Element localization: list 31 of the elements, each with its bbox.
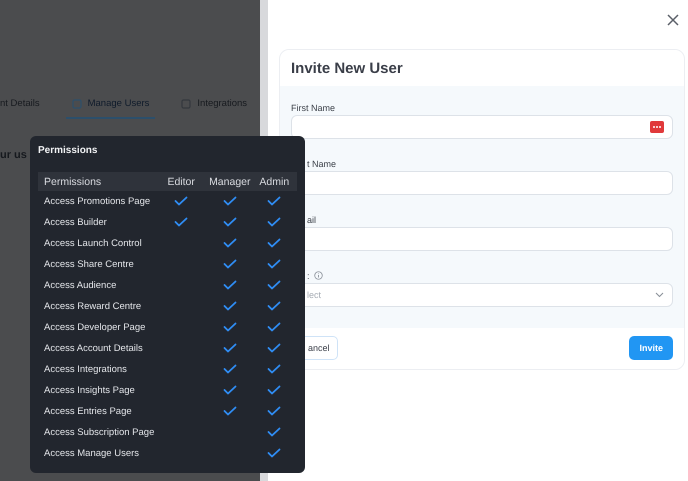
invite-button[interactable]: Invite bbox=[629, 336, 673, 360]
tab[interactable]: Manage Users bbox=[66, 90, 156, 119]
permission-name: Access Builder bbox=[43, 216, 108, 230]
permission-name: Access Reward Centre bbox=[43, 300, 142, 314]
permission-name: Access Audience bbox=[43, 279, 118, 293]
field-label: ail bbox=[307, 214, 316, 224]
column-header: Editor bbox=[154, 172, 208, 191]
password-manager-icon[interactable] bbox=[650, 121, 664, 133]
permission-name: Access Account Details bbox=[43, 342, 144, 356]
field-label: t Name bbox=[307, 158, 336, 168]
close-icon[interactable] bbox=[667, 14, 679, 26]
permission-name: Access Promotions Page bbox=[38, 191, 154, 212]
tooltip-title: Permissions bbox=[38, 145, 98, 158]
permission-name: Access Insights Page bbox=[43, 384, 136, 398]
field-label: First Name bbox=[291, 102, 336, 112]
column-header: Admin bbox=[252, 172, 297, 191]
permission-name: Access Subscription Page bbox=[43, 426, 154, 440]
chevron-icon bbox=[655, 292, 664, 298]
permission-name: Access Integrations bbox=[43, 363, 128, 377]
column-header: Manager bbox=[208, 172, 252, 191]
permission-name: Access Launch Control bbox=[43, 237, 143, 251]
input-field[interactable] bbox=[291, 115, 673, 139]
form-title: Invite New User bbox=[290, 59, 404, 79]
permission-name: Access Developer Page bbox=[43, 321, 146, 335]
permission-name: Access Entries Page bbox=[43, 405, 133, 419]
info-icon[interactable] bbox=[314, 271, 323, 280]
permission-name: Access Share Centre bbox=[43, 258, 135, 272]
column-header: Permissions bbox=[38, 172, 154, 191]
select-placeholder: lect bbox=[307, 290, 322, 300]
field-label: : bbox=[307, 270, 310, 280]
permission-name: Access Manage Users bbox=[43, 447, 140, 461]
